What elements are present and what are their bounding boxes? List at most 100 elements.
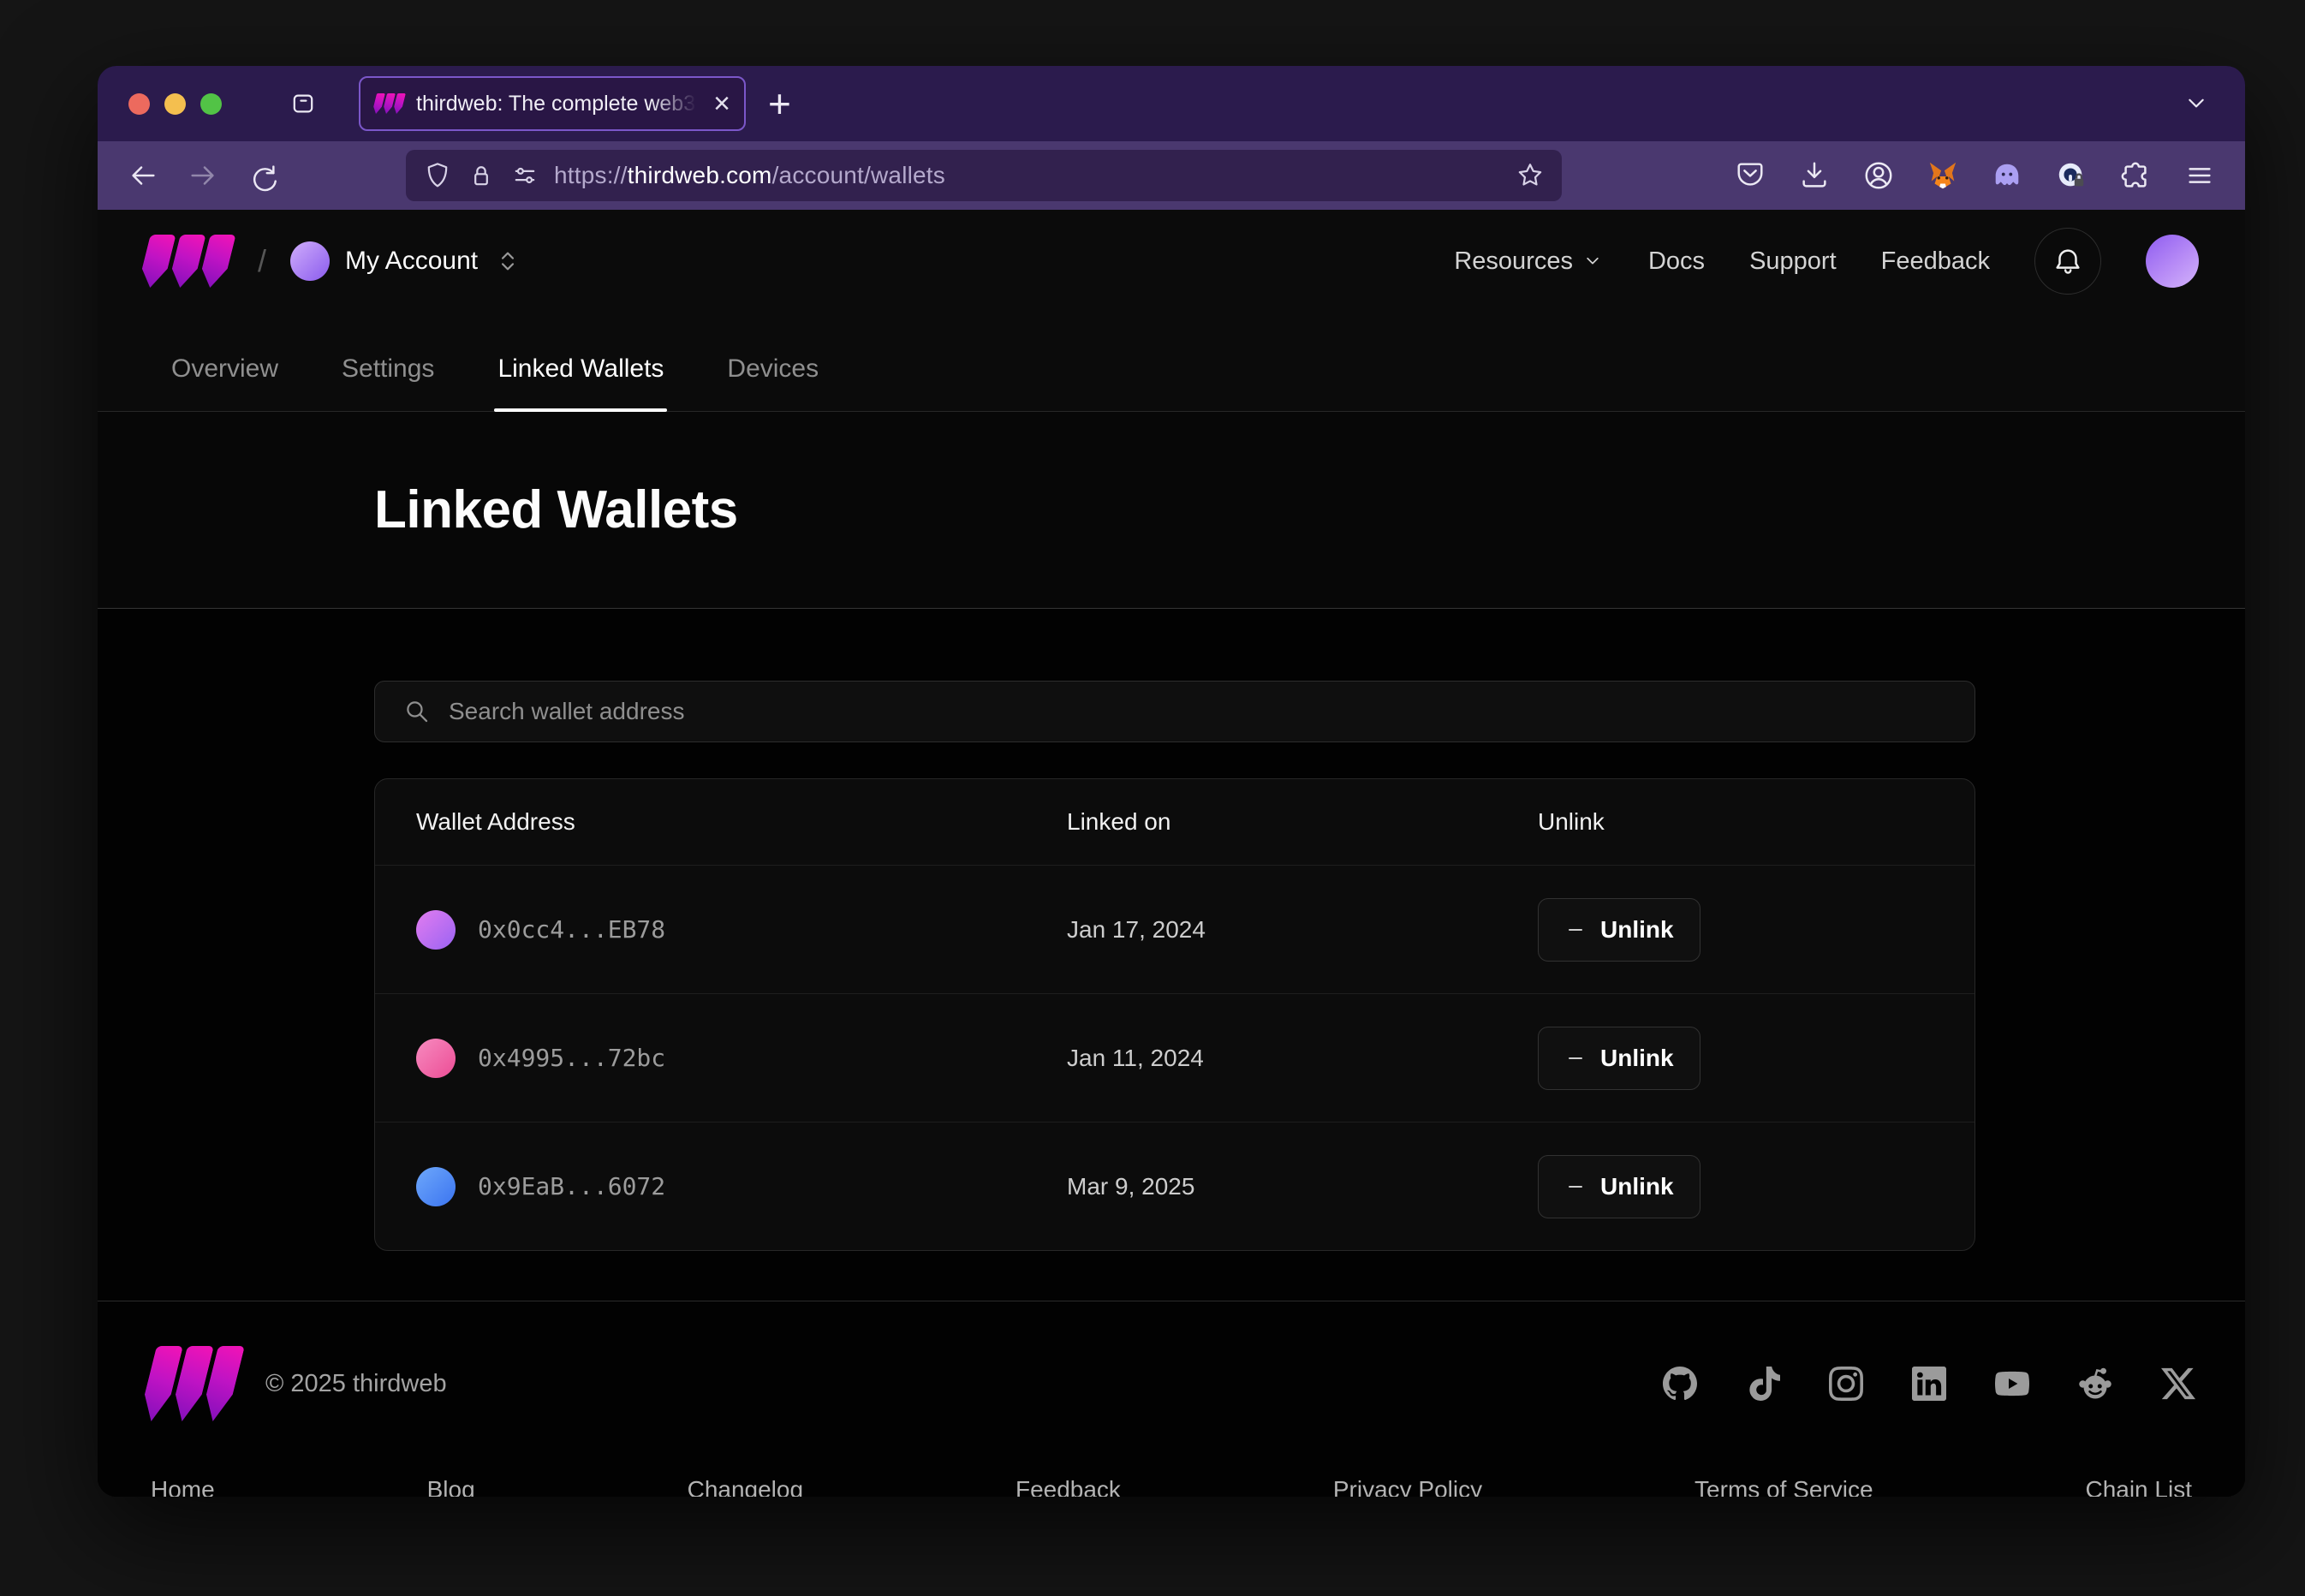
tab-linked-wallets[interactable]: Linked Wallets [494, 354, 667, 411]
back-icon[interactable] [127, 159, 159, 192]
x-icon[interactable] [2161, 1367, 2195, 1401]
nav-resources[interactable]: Resources [1454, 247, 1604, 276]
wallet-cell: 0x9EaB...6072 [416, 1167, 1067, 1206]
table-row: 0x4995...72bc Jan 11, 2024 Unlink [375, 993, 1974, 1122]
unlink-button[interactable]: Unlink [1538, 1027, 1700, 1090]
wallet-avatar [416, 910, 456, 950]
unlink-button[interactable]: Unlink [1538, 1155, 1700, 1218]
browser-tab[interactable]: thirdweb: The complete web3 d × [359, 76, 746, 131]
tiktok-icon[interactable] [1746, 1367, 1780, 1401]
tab-favicon-thirdweb-icon [374, 93, 405, 114]
breadcrumb-separator: / [258, 243, 266, 279]
thirdweb-logo[interactable] [144, 235, 234, 288]
page-content: Wallet Address Linked on Unlink 0x0cc4..… [98, 609, 2245, 1301]
account-tabs: Overview Settings Linked Wallets Devices [98, 313, 2245, 411]
wallet-cell: 0x4995...72bc [416, 1039, 1067, 1078]
phantom-icon[interactable] [1991, 159, 2023, 192]
github-icon[interactable] [1663, 1367, 1697, 1401]
nav-support[interactable]: Support [1749, 247, 1837, 276]
notifications-button[interactable] [2034, 228, 2101, 295]
footer-thirdweb-logo[interactable] [147, 1346, 240, 1421]
col-wallet-address: Wallet Address [416, 808, 1067, 836]
permissions-icon[interactable] [510, 161, 539, 190]
download-icon[interactable] [1798, 159, 1831, 192]
tab-devices[interactable]: Devices [724, 354, 822, 411]
onepassword-icon[interactable] [2055, 159, 2088, 192]
account-name: My Account [345, 247, 478, 276]
tab-settings[interactable]: Settings [338, 354, 438, 411]
footer-link-feedback[interactable]: Feedback [1016, 1476, 1121, 1497]
site-header: / My Account Resources Docs Support [98, 210, 2245, 313]
chevron-down-icon [1581, 250, 1604, 272]
nav-feedback-label: Feedback [1881, 247, 1990, 276]
footer-link-home[interactable]: Home [151, 1476, 215, 1497]
nav-feedback[interactable]: Feedback [1881, 247, 1990, 276]
reddit-icon[interactable] [2078, 1367, 2112, 1401]
nav-support-label: Support [1749, 247, 1837, 276]
footer-link-privacy-policy[interactable]: Privacy Policy [1333, 1476, 1482, 1497]
nav-docs-label: Docs [1648, 247, 1705, 276]
zoom-window-button[interactable] [200, 93, 222, 115]
tab-title: thirdweb: The complete web3 d [416, 92, 702, 116]
footer-link-chain-list[interactable]: Chain List [2085, 1476, 2192, 1497]
unlink-button-label: Unlink [1600, 1173, 1674, 1200]
col-linked-on: Linked on [1067, 808, 1538, 836]
wallets-table: Wallet Address Linked on Unlink 0x0cc4..… [374, 778, 1975, 1251]
browser-toolbar: https://thirdweb.com/account/wallets [98, 141, 2245, 210]
tab-list-chevron-icon[interactable] [2182, 89, 2211, 118]
table-header-row: Wallet Address Linked on Unlink [375, 779, 1974, 865]
social-links [1663, 1367, 2195, 1401]
search-input[interactable] [449, 698, 1947, 725]
wallet-address: 0x4995...72bc [478, 1044, 665, 1072]
wallet-address: 0x0cc4...EB78 [478, 915, 665, 944]
new-tab-button[interactable]: + [768, 84, 791, 123]
metamask-icon[interactable] [1927, 159, 1959, 192]
account-icon[interactable] [1862, 159, 1895, 192]
tracking-protection-shield-icon[interactable] [423, 161, 452, 190]
lock-icon[interactable] [467, 161, 496, 190]
page-title-band: Linked Wallets [98, 412, 2245, 609]
profile-avatar[interactable] [2146, 235, 2199, 288]
unlink-button-label: Unlink [1600, 916, 1674, 944]
site-page: / My Account Resources Docs Support [98, 210, 2245, 1497]
browser-titlebar: thirdweb: The complete web3 d × + [98, 66, 2245, 141]
header-nav: Resources Docs Support Feedback [1454, 228, 2199, 295]
unlink-button[interactable]: Unlink [1538, 898, 1700, 962]
linked-on-date: Jan 11, 2024 [1067, 1045, 1538, 1072]
screenshot: thirdweb: The complete web3 d × + [0, 0, 2305, 1596]
minimize-window-button[interactable] [164, 93, 186, 115]
footer-link-terms-of-service[interactable]: Terms of Service [1695, 1476, 1873, 1497]
linkedin-icon[interactable] [1912, 1367, 1946, 1401]
minus-icon [1564, 1047, 1587, 1069]
toolbar-extensions-area [1734, 159, 2216, 192]
bookmark-star-icon[interactable] [1516, 161, 1545, 190]
menu-hamburger-icon[interactable] [2183, 159, 2216, 192]
nav-docs[interactable]: Docs [1648, 247, 1705, 276]
linked-on-date: Mar 9, 2025 [1067, 1173, 1538, 1200]
search-icon [402, 697, 432, 726]
firefox-view-icon[interactable] [289, 89, 318, 118]
wallet-avatar [416, 1167, 456, 1206]
instagram-icon[interactable] [1829, 1367, 1863, 1401]
reload-icon[interactable] [247, 159, 279, 192]
wallet-cell: 0x0cc4...EB78 [416, 910, 1067, 950]
close-window-button[interactable] [128, 93, 150, 115]
forward-icon[interactable] [187, 159, 219, 192]
pocket-icon[interactable] [1734, 159, 1766, 192]
account-switcher[interactable]: My Account [290, 241, 522, 281]
youtube-icon[interactable] [1995, 1367, 2029, 1401]
col-unlink: Unlink [1538, 808, 1933, 836]
search-bar [374, 681, 1975, 742]
wallet-avatar [416, 1039, 456, 1078]
unlink-button-label: Unlink [1600, 1045, 1674, 1072]
footer-link-changelog[interactable]: Changelog [688, 1476, 803, 1497]
tab-close-icon[interactable]: × [713, 89, 730, 118]
url-bar[interactable]: https://thirdweb.com/account/wallets [406, 150, 1562, 201]
footer-link-blog[interactable]: Blog [427, 1476, 475, 1497]
tab-overview[interactable]: Overview [168, 354, 282, 411]
url-domain: thirdweb.com [628, 162, 772, 188]
footer-top-row: © 2025 thirdweb [147, 1346, 2195, 1421]
extensions-puzzle-icon[interactable] [2119, 159, 2152, 192]
site-footer: © 2025 thirdweb Home Blog Changelog [98, 1301, 2245, 1497]
linked-on-date: Jan 17, 2024 [1067, 916, 1538, 944]
